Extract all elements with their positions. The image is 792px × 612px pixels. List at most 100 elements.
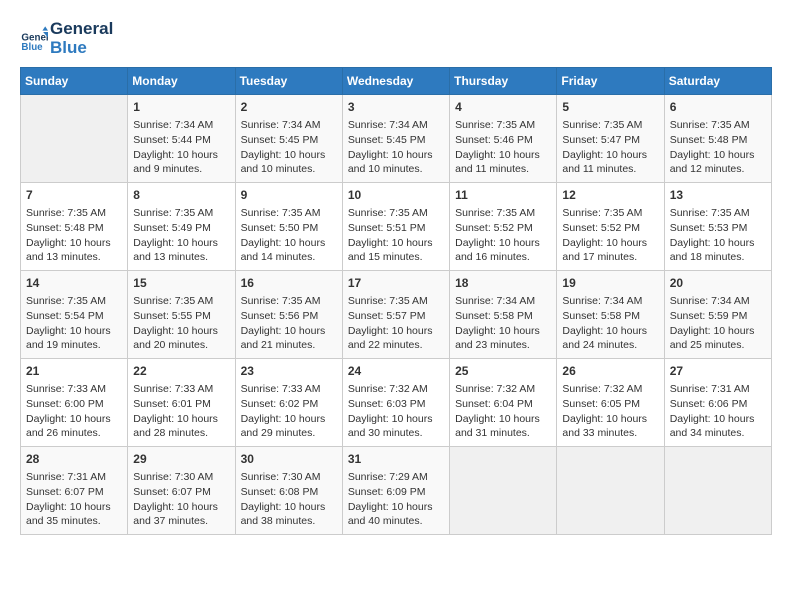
cell-content: Sunrise: 7:34 AMSunset: 5:58 PMDaylight:… — [562, 294, 658, 353]
cell-content: Sunrise: 7:34 AMSunset: 5:45 PMDaylight:… — [241, 118, 337, 177]
calendar-cell: 28 Sunrise: 7:31 AMSunset: 6:07 PMDayligh… — [21, 447, 128, 535]
cell-content: Sunrise: 7:35 AMSunset: 5:50 PMDaylight:… — [241, 206, 337, 265]
day-number: 1 — [133, 99, 229, 116]
cell-content: Sunrise: 7:35 AMSunset: 5:56 PMDaylight:… — [241, 294, 337, 353]
calendar-day-header: Saturday — [664, 68, 771, 95]
cell-content: Sunrise: 7:34 AMSunset: 5:58 PMDaylight:… — [455, 294, 551, 353]
calendar-day-header: Wednesday — [342, 68, 449, 95]
calendar-day-header: Thursday — [450, 68, 557, 95]
calendar-week-row: 28 Sunrise: 7:31 AMSunset: 6:07 PMDayligh… — [21, 447, 772, 535]
day-number: 28 — [26, 451, 122, 468]
cell-content: Sunrise: 7:32 AMSunset: 6:03 PMDaylight:… — [348, 382, 444, 441]
calendar-cell: 3Sunrise: 7:34 AMSunset: 5:45 PMDaylight… — [342, 95, 449, 183]
calendar-cell: 18 Sunrise: 7:34 AMSunset: 5:58 PMDayligh… — [450, 271, 557, 359]
cell-content: Sunrise: 7:35 AMSunset: 5:53 PMDaylight:… — [670, 206, 766, 265]
day-number: 8 — [133, 187, 229, 204]
calendar-cell: 4 Sunrise: 7:35 AMSunset: 5:46 PMDaylight… — [450, 95, 557, 183]
calendar-cell: 20 Sunrise: 7:34 AMSunset: 5:59 PMDayligh… — [664, 271, 771, 359]
cell-content: Sunrise: 7:35 AMSunset: 5:51 PMDaylight:… — [348, 206, 444, 265]
day-number: 10 — [348, 187, 444, 204]
logo-blue: Blue — [50, 39, 113, 58]
cell-content: Sunrise: 7:35 AMSunset: 5:57 PMDaylight:… — [348, 294, 444, 353]
day-number: 17 — [348, 275, 444, 292]
day-number: 31 — [348, 451, 444, 468]
day-number: 2 — [241, 99, 337, 116]
calendar-cell: 31 Sunrise: 7:29 AMSunset: 6:09 PMDayligh… — [342, 447, 449, 535]
cell-content: Sunrise: 7:31 AMSunset: 6:06 PMDaylight:… — [670, 382, 766, 441]
day-number: 16 — [241, 275, 337, 292]
day-number: 26 — [562, 363, 658, 380]
calendar-header-row: SundayMondayTuesdayWednesdayThursdayFrid… — [21, 68, 772, 95]
cell-content: Sunrise: 7:35 AMSunset: 5:47 PMDaylight:… — [562, 118, 658, 177]
day-number: 7 — [26, 187, 122, 204]
cell-content: Sunrise: 7:34 AMSunset: 5:45 PMDaylight:… — [348, 118, 444, 177]
calendar-cell: 26 Sunrise: 7:32 AMSunset: 6:05 PMDayligh… — [557, 359, 664, 447]
calendar-cell: 21 Sunrise: 7:33 AMSunset: 6:00 PMDayligh… — [21, 359, 128, 447]
calendar-cell: 6Sunrise: 7:35 AMSunset: 5:48 PMDaylight… — [664, 95, 771, 183]
cell-content: Sunrise: 7:35 AMSunset: 5:46 PMDaylight:… — [455, 118, 551, 177]
cell-content: Sunrise: 7:32 AMSunset: 6:05 PMDaylight:… — [562, 382, 658, 441]
calendar-cell: 29Sunrise: 7:30 AMSunset: 6:07 PMDayligh… — [128, 447, 235, 535]
calendar-cell: 27 Sunrise: 7:31 AMSunset: 6:06 PMDayligh… — [664, 359, 771, 447]
day-number: 25 — [455, 363, 551, 380]
day-number: 4 — [455, 99, 551, 116]
cell-content: Sunrise: 7:35 AMSunset: 5:49 PMDaylight:… — [133, 206, 229, 265]
calendar-week-row: 1 Sunrise: 7:34 AMSunset: 5:44 PMDaylight… — [21, 95, 772, 183]
logo-general: General — [50, 20, 113, 39]
cell-content: Sunrise: 7:33 AMSunset: 6:01 PMDaylight:… — [133, 382, 229, 441]
calendar-cell: 2 Sunrise: 7:34 AMSunset: 5:45 PMDaylight… — [235, 95, 342, 183]
day-number: 21 — [26, 363, 122, 380]
calendar-cell: 7 Sunrise: 7:35 AMSunset: 5:48 PMDaylight… — [21, 183, 128, 271]
day-number: 13 — [670, 187, 766, 204]
calendar-cell: 22Sunrise: 7:33 AMSunset: 6:01 PMDayligh… — [128, 359, 235, 447]
day-number: 15 — [133, 275, 229, 292]
calendar-cell: 16 Sunrise: 7:35 AMSunset: 5:56 PMDayligh… — [235, 271, 342, 359]
calendar-cell: 24Sunrise: 7:32 AMSunset: 6:03 PMDayligh… — [342, 359, 449, 447]
cell-content: Sunrise: 7:29 AMSunset: 6:09 PMDaylight:… — [348, 470, 444, 529]
cell-content: Sunrise: 7:35 AMSunset: 5:48 PMDaylight:… — [26, 206, 122, 265]
calendar-cell: 15 Sunrise: 7:35 AMSunset: 5:55 PMDayligh… — [128, 271, 235, 359]
day-number: 29 — [133, 451, 229, 468]
calendar-day-header: Tuesday — [235, 68, 342, 95]
cell-content: Sunrise: 7:35 AMSunset: 5:54 PMDaylight:… — [26, 294, 122, 353]
cell-content: Sunrise: 7:35 AMSunset: 5:52 PMDaylight:… — [562, 206, 658, 265]
calendar-cell: 8 Sunrise: 7:35 AMSunset: 5:49 PMDaylight… — [128, 183, 235, 271]
page-header: General Blue General Blue — [20, 20, 772, 57]
cell-content: Sunrise: 7:35 AMSunset: 5:55 PMDaylight:… — [133, 294, 229, 353]
calendar-cell — [557, 447, 664, 535]
day-number: 18 — [455, 275, 551, 292]
cell-content: Sunrise: 7:34 AMSunset: 5:59 PMDaylight:… — [670, 294, 766, 353]
calendar-cell: 11Sunrise: 7:35 AMSunset: 5:52 PMDayligh… — [450, 183, 557, 271]
cell-content: Sunrise: 7:33 AMSunset: 6:02 PMDaylight:… — [241, 382, 337, 441]
calendar-cell: 14 Sunrise: 7:35 AMSunset: 5:54 PMDayligh… — [21, 271, 128, 359]
cell-content: Sunrise: 7:32 AMSunset: 6:04 PMDaylight:… — [455, 382, 551, 441]
day-number: 14 — [26, 275, 122, 292]
day-number: 5 — [562, 99, 658, 116]
calendar-cell: 10 Sunrise: 7:35 AMSunset: 5:51 PMDayligh… — [342, 183, 449, 271]
day-number: 9 — [241, 187, 337, 204]
calendar-day-header: Monday — [128, 68, 235, 95]
calendar-cell: 5 Sunrise: 7:35 AMSunset: 5:47 PMDaylight… — [557, 95, 664, 183]
cell-content: Sunrise: 7:30 AMSunset: 6:08 PMDaylight:… — [241, 470, 337, 529]
cell-content: Sunrise: 7:34 AMSunset: 5:44 PMDaylight:… — [133, 118, 229, 177]
calendar-day-header: Sunday — [21, 68, 128, 95]
cell-content: Sunrise: 7:31 AMSunset: 6:07 PMDaylight:… — [26, 470, 122, 529]
calendar-week-row: 7 Sunrise: 7:35 AMSunset: 5:48 PMDaylight… — [21, 183, 772, 271]
day-number: 20 — [670, 275, 766, 292]
day-number: 30 — [241, 451, 337, 468]
calendar-cell: 9 Sunrise: 7:35 AMSunset: 5:50 PMDaylight… — [235, 183, 342, 271]
cell-content: Sunrise: 7:33 AMSunset: 6:00 PMDaylight:… — [26, 382, 122, 441]
calendar-cell: 30 Sunrise: 7:30 AMSunset: 6:08 PMDayligh… — [235, 447, 342, 535]
calendar-cell — [21, 95, 128, 183]
calendar-cell: 1 Sunrise: 7:34 AMSunset: 5:44 PMDaylight… — [128, 95, 235, 183]
day-number: 19 — [562, 275, 658, 292]
calendar-table: SundayMondayTuesdayWednesdayThursdayFrid… — [20, 67, 772, 535]
day-number: 27 — [670, 363, 766, 380]
logo: General Blue General Blue — [20, 20, 113, 57]
calendar-cell: 25 Sunrise: 7:32 AMSunset: 6:04 PMDayligh… — [450, 359, 557, 447]
calendar-cell — [450, 447, 557, 535]
calendar-cell: 13 Sunrise: 7:35 AMSunset: 5:53 PMDayligh… — [664, 183, 771, 271]
day-number: 11 — [455, 187, 551, 204]
calendar-cell: 23Sunrise: 7:33 AMSunset: 6:02 PMDayligh… — [235, 359, 342, 447]
logo-icon: General Blue — [20, 25, 48, 53]
